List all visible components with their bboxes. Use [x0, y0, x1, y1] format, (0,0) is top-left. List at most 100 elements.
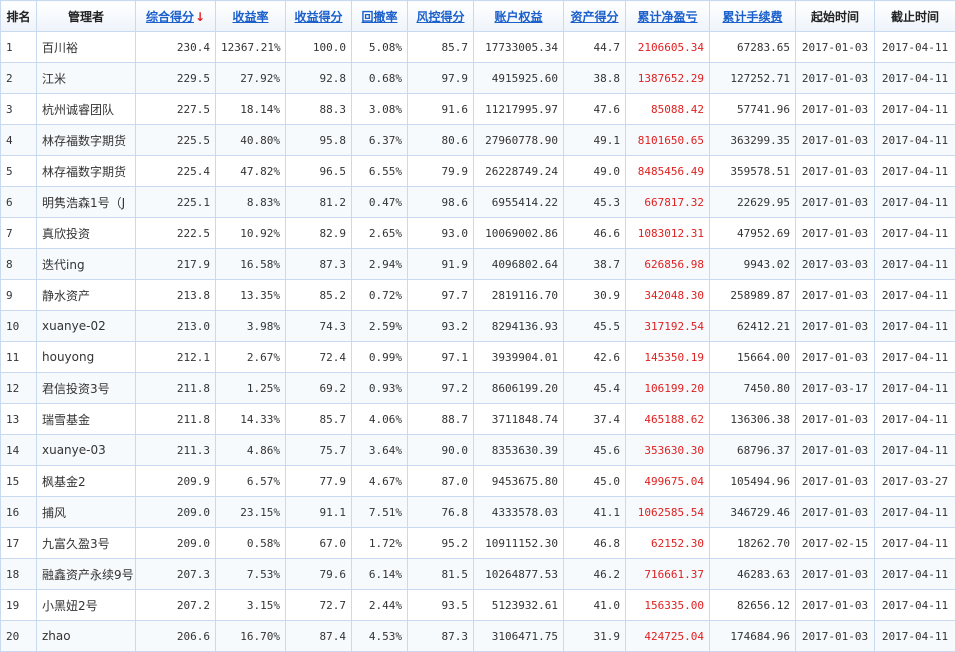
cell-end-date: 2017-04-11 — [875, 32, 955, 63]
cell-asset-score: 38.7 — [564, 249, 626, 280]
sort-link-cumulative-net-pnl[interactable]: 累计净盈亏 — [637, 10, 697, 24]
sort-desc-arrow-icon[interactable]: ↓ — [195, 10, 205, 24]
cell-return-rate: 14.33% — [216, 404, 286, 435]
cell-rank: 17 — [1, 528, 37, 559]
cell-return-score: 67.0 — [286, 528, 352, 559]
cell-return-score: 81.2 — [286, 187, 352, 218]
table-row: 18融鑫资产永续9号207.37.53%79.66.14%81.51026487… — [1, 559, 955, 590]
cell-composite-score: 225.5 — [136, 125, 216, 156]
column-header-composite-score[interactable]: 综合得分↓ — [136, 1, 216, 32]
table-row: 11houyong212.12.67%72.40.99%97.13939904.… — [1, 342, 955, 373]
sort-link-return-score[interactable]: 收益得分 — [294, 10, 342, 24]
cell-account-equity: 17733005.34 — [474, 32, 564, 63]
column-header-cumulative-net-pnl[interactable]: 累计净盈亏 — [626, 1, 710, 32]
cell-account-equity: 6955414.22 — [474, 187, 564, 218]
cell-account-equity: 4333578.03 — [474, 497, 564, 528]
column-header-return-rate[interactable]: 收益率 — [216, 1, 286, 32]
header-label-rank: 排名 — [6, 10, 30, 24]
cell-cumulative-net-pnl: 85088.42 — [626, 94, 710, 125]
cell-account-equity: 2819116.70 — [474, 280, 564, 311]
cell-composite-score: 209.0 — [136, 497, 216, 528]
table-row: 14xuanye-03211.34.86%75.73.64%90.0835363… — [1, 435, 955, 466]
cell-cumulative-fees: 18262.70 — [710, 528, 796, 559]
cell-cumulative-fees: 82656.12 — [710, 590, 796, 621]
cell-account-equity: 10264877.53 — [474, 559, 564, 590]
cell-start-date: 2017-01-03 — [796, 466, 875, 497]
column-header-account-equity[interactable]: 账户权益 — [474, 1, 564, 32]
column-header-return-score[interactable]: 收益得分 — [286, 1, 352, 32]
table-row: 10xuanye-02213.03.98%74.32.59%93.2829413… — [1, 311, 955, 342]
cell-rank: 8 — [1, 249, 37, 280]
cell-account-equity: 3711848.74 — [474, 404, 564, 435]
cell-account-equity: 26228749.24 — [474, 156, 564, 187]
cell-manager: 林存福数字期货 — [37, 125, 136, 156]
cell-drawdown-rate: 0.93% — [352, 373, 408, 404]
cell-cumulative-fees: 136306.38 — [710, 404, 796, 435]
sort-link-drawdown-rate[interactable]: 回撤率 — [361, 10, 397, 24]
cell-return-score: 92.8 — [286, 63, 352, 94]
cell-cumulative-net-pnl: 106199.20 — [626, 373, 710, 404]
cell-drawdown-rate: 3.64% — [352, 435, 408, 466]
sort-link-cumulative-fees[interactable]: 累计手续费 — [722, 10, 782, 24]
cell-cumulative-fees: 67283.65 — [710, 32, 796, 63]
cell-drawdown-rate: 0.72% — [352, 280, 408, 311]
cell-start-date: 2017-03-03 — [796, 249, 875, 280]
cell-drawdown-rate: 0.47% — [352, 187, 408, 218]
cell-rank: 7 — [1, 218, 37, 249]
cell-end-date: 2017-04-11 — [875, 342, 955, 373]
sort-link-risk-score[interactable]: 风控得分 — [416, 10, 464, 24]
cell-manager: 枫基金2 — [37, 466, 136, 497]
cell-rank: 12 — [1, 373, 37, 404]
cell-asset-score: 44.7 — [564, 32, 626, 63]
cell-cumulative-net-pnl: 156335.00 — [626, 590, 710, 621]
column-header-asset-score[interactable]: 资产得分 — [564, 1, 626, 32]
cell-account-equity: 9453675.80 — [474, 466, 564, 497]
cell-manager: 林存福数字期货 — [37, 156, 136, 187]
cell-risk-score: 95.2 — [408, 528, 474, 559]
cell-return-rate: 23.15% — [216, 497, 286, 528]
cell-return-rate: 10.92% — [216, 218, 286, 249]
cell-risk-score: 93.5 — [408, 590, 474, 621]
cell-account-equity: 5123932.61 — [474, 590, 564, 621]
cell-return-rate: 18.14% — [216, 94, 286, 125]
header-label-end-date: 截止时间 — [891, 10, 939, 24]
cell-rank: 4 — [1, 125, 37, 156]
cell-return-score: 74.3 — [286, 311, 352, 342]
sort-link-asset-score[interactable]: 资产得分 — [570, 10, 618, 24]
column-header-cumulative-fees[interactable]: 累计手续费 — [710, 1, 796, 32]
cell-end-date: 2017-04-11 — [875, 218, 955, 249]
cell-composite-score: 211.8 — [136, 404, 216, 435]
cell-return-rate: 47.82% — [216, 156, 286, 187]
cell-end-date: 2017-04-11 — [875, 404, 955, 435]
sort-link-return-rate[interactable]: 收益率 — [232, 10, 268, 24]
column-header-drawdown-rate[interactable]: 回撤率 — [352, 1, 408, 32]
cell-rank: 15 — [1, 466, 37, 497]
cell-drawdown-rate: 6.55% — [352, 156, 408, 187]
cell-manager: houyong — [37, 342, 136, 373]
cell-return-rate: 7.53% — [216, 559, 286, 590]
sort-link-composite-score[interactable]: 综合得分 — [146, 10, 194, 24]
table-row: 16捕风209.023.15%91.17.51%76.84333578.0341… — [1, 497, 955, 528]
cell-drawdown-rate: 7.51% — [352, 497, 408, 528]
cell-cumulative-net-pnl: 317192.54 — [626, 311, 710, 342]
cell-cumulative-fees: 127252.71 — [710, 63, 796, 94]
cell-asset-score: 45.6 — [564, 435, 626, 466]
cell-asset-score: 45.3 — [564, 187, 626, 218]
cell-cumulative-net-pnl: 1062585.54 — [626, 497, 710, 528]
sort-link-account-equity[interactable]: 账户权益 — [494, 10, 542, 24]
cell-end-date: 2017-04-11 — [875, 94, 955, 125]
cell-return-rate: 3.98% — [216, 311, 286, 342]
cell-start-date: 2017-01-03 — [796, 94, 875, 125]
cell-account-equity: 10069002.86 — [474, 218, 564, 249]
cell-composite-score: 213.0 — [136, 311, 216, 342]
column-header-risk-score[interactable]: 风控得分 — [408, 1, 474, 32]
cell-composite-score: 213.8 — [136, 280, 216, 311]
ranking-table: 排名管理者综合得分↓ 收益率 收益得分 回撤率 风控得分 账户权益 资产得分 累计净盈亏 累计手… — [0, 0, 955, 652]
cell-composite-score: 229.5 — [136, 63, 216, 94]
cell-account-equity: 10911152.30 — [474, 528, 564, 559]
column-header-manager: 管理者 — [37, 1, 136, 32]
table-row: 15枫基金2209.96.57%77.94.67%87.09453675.804… — [1, 466, 955, 497]
cell-asset-score: 46.6 — [564, 218, 626, 249]
table-row: 5林存福数字期货225.447.82%96.56.55%79.926228749… — [1, 156, 955, 187]
cell-drawdown-rate: 6.37% — [352, 125, 408, 156]
